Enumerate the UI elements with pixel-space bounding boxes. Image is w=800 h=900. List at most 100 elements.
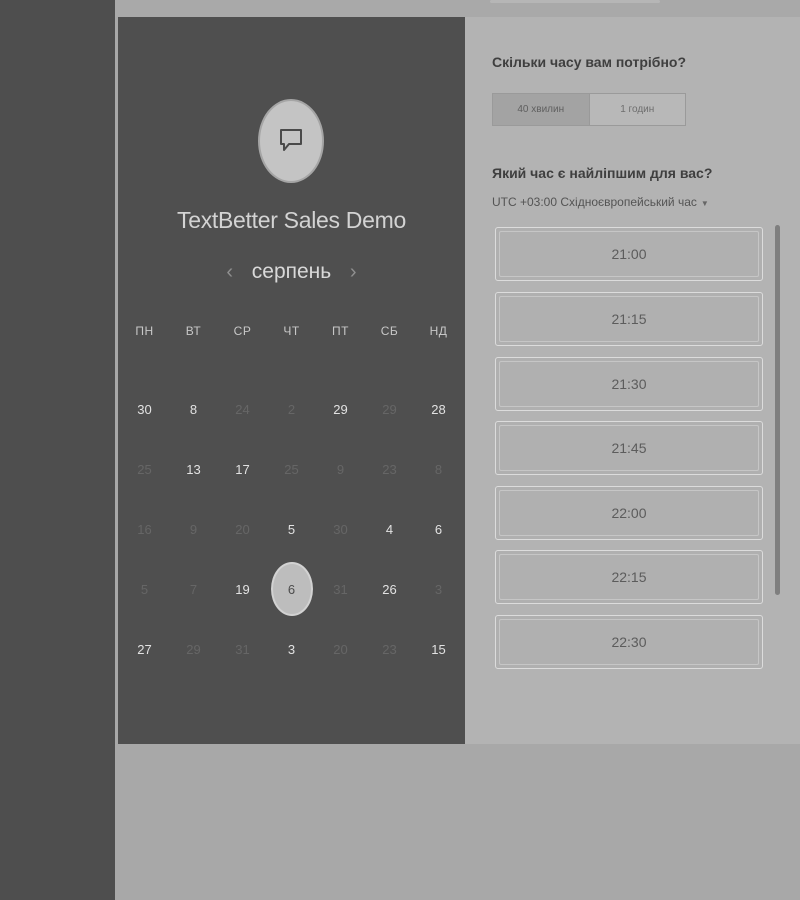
calendar-day: 24: [218, 379, 267, 439]
weekday-label: ЧТ: [283, 324, 300, 338]
weekday-label: НД: [429, 324, 448, 338]
calendar-days-grid: 30 8 24 2 29 29 28 25 13 17 25 9 23 8 16 9 20 5 30 4 6 5 7 19 6 3…: [120, 379, 465, 679]
calendar-day: 5: [120, 559, 169, 619]
calendar-day: 23: [365, 619, 414, 679]
calendar-day-number: 29: [333, 401, 348, 417]
calendar-day[interactable]: 13: [169, 439, 218, 499]
calendar-day-number: 9: [189, 521, 198, 537]
calendar-day[interactable]: 29: [316, 379, 365, 439]
calendar-day: 31: [316, 559, 365, 619]
timezone-label: UTC +03:00 Східноєвропейський час: [492, 195, 697, 209]
calendar-day-number: 23: [382, 461, 397, 477]
calendar-day-number: 5: [287, 521, 296, 537]
slot-list-scrollbar[interactable]: [775, 225, 780, 595]
duration-option-1hour[interactable]: 1 годин: [588, 94, 686, 125]
calendar-day-number: 8: [434, 461, 443, 477]
calendar-day[interactable]: 26: [365, 559, 414, 619]
time-question: Який час є найліпшим для вас?: [492, 165, 713, 181]
chat-bubble-icon: [280, 129, 302, 151]
company-name: TextBetter Sales Demo: [177, 207, 406, 233]
duration-option-40min[interactable]: 40 хвилин: [493, 94, 589, 125]
calendar-day-number: 16: [137, 521, 152, 537]
calendar-day: 9: [316, 439, 365, 499]
weekday-label: ВТ: [185, 324, 202, 338]
calendar-day-number: 4: [385, 521, 394, 537]
time-slot[interactable]: 22:00: [495, 486, 763, 540]
calendar-day[interactable]: 3: [267, 619, 316, 679]
calendar-day[interactable]: 8: [169, 379, 218, 439]
timezone-select[interactable]: UTC +03:00 Східноєвропейський час ▼: [492, 195, 709, 209]
calendar-day-number: 25: [137, 461, 152, 477]
calendar-day-number: 28: [431, 401, 446, 417]
time-slot[interactable]: 22:30: [495, 615, 763, 669]
calendar-day[interactable]: 17: [218, 439, 267, 499]
calendar-day: 8: [414, 439, 463, 499]
left-sidebar: [0, 0, 115, 900]
calendar-day[interactable]: 30: [120, 379, 169, 439]
calendar-day-number: 20: [333, 641, 348, 657]
calendar-day-number: 8: [189, 401, 198, 417]
next-month-button[interactable]: ›: [339, 261, 367, 284]
calendar-day-number: 26: [382, 581, 397, 597]
top-band: [115, 0, 800, 17]
calendar-day: 30: [316, 499, 365, 559]
calendar-day[interactable]: 15: [414, 619, 463, 679]
month-navigation: ‹ серпень ›: [118, 257, 465, 287]
calendar-day-number: 5: [140, 581, 149, 597]
calendar-day: 23: [365, 439, 414, 499]
calendar-day-number: 9: [336, 461, 345, 477]
weekday-label: СБ: [380, 324, 399, 338]
calendar-day: 16: [120, 499, 169, 559]
calendar-day[interactable]: 5: [267, 499, 316, 559]
time-slot[interactable]: 21:45: [495, 421, 763, 475]
calendar-day[interactable]: 4: [365, 499, 414, 559]
prev-month-button[interactable]: ‹: [216, 261, 244, 284]
calendar-day-number: 20: [235, 521, 250, 537]
calendar-day-number: 27: [137, 641, 152, 657]
calendar-day[interactable]: 27: [120, 619, 169, 679]
calendar-day: 9: [169, 499, 218, 559]
calendar-day: 7: [169, 559, 218, 619]
time-slot[interactable]: 21:30: [495, 357, 763, 411]
caret-down-icon: ▼: [700, 199, 709, 208]
calendar-day-number: 6: [434, 521, 443, 537]
calendar-day-number: 30: [137, 401, 152, 417]
calendar-day: 20: [218, 499, 267, 559]
calendar-day[interactable]: 6: [414, 499, 463, 559]
calendar-day-number: 31: [333, 581, 348, 597]
time-slot[interactable]: 21:00: [495, 227, 763, 281]
calendar-day-number: 25: [284, 461, 299, 477]
calendar-day-selected[interactable]: 6: [267, 559, 316, 619]
weekday-label: ПТ: [332, 324, 349, 338]
duration-question: Скільки часу вам потрібно?: [492, 54, 687, 70]
calendar-day: 3: [414, 559, 463, 619]
top-band-line: [490, 0, 660, 3]
calendar-day-number: 7: [189, 581, 198, 597]
calendar-day-number: 31: [235, 641, 250, 657]
time-slot[interactable]: 21:15: [495, 292, 763, 346]
time-slot[interactable]: 22:15: [495, 550, 763, 604]
calendar-day-number: 23: [382, 641, 397, 657]
calendar-day-number: 3: [434, 581, 443, 597]
calendar-day: 2: [267, 379, 316, 439]
calendar-day: 29: [365, 379, 414, 439]
calendar-day: 31: [218, 619, 267, 679]
calendar-day-number: 29: [186, 641, 201, 657]
calendar-day-number: 24: [235, 401, 250, 417]
weekday-header: ПН ВТ СР ЧТ ПТ СБ НД: [120, 324, 465, 344]
time-selection-panel: Скільки часу вам потрібно? 40 хвилин 1 г…: [465, 17, 800, 744]
weekday-label: ПН: [135, 324, 154, 338]
company-logo: [258, 99, 324, 183]
calendar-day-number: 3: [287, 641, 296, 657]
calendar-day[interactable]: 28: [414, 379, 463, 439]
calendar-day-number: 19: [235, 581, 250, 597]
weekday-label: СР: [233, 324, 252, 338]
booking-widget: TextBetter Sales Demo ‹ серпень › ПН ВТ …: [118, 17, 800, 744]
time-slot-list: 21:00 21:15 21:30 21:45 22:00 22:15 22:3…: [492, 227, 768, 685]
calendar-day-number: 13: [186, 461, 201, 477]
calendar-day: 25: [120, 439, 169, 499]
calendar-day: 25: [267, 439, 316, 499]
calendar-day[interactable]: 19: [218, 559, 267, 619]
calendar-day-number: 6: [270, 562, 313, 616]
calendar-day: 29: [169, 619, 218, 679]
